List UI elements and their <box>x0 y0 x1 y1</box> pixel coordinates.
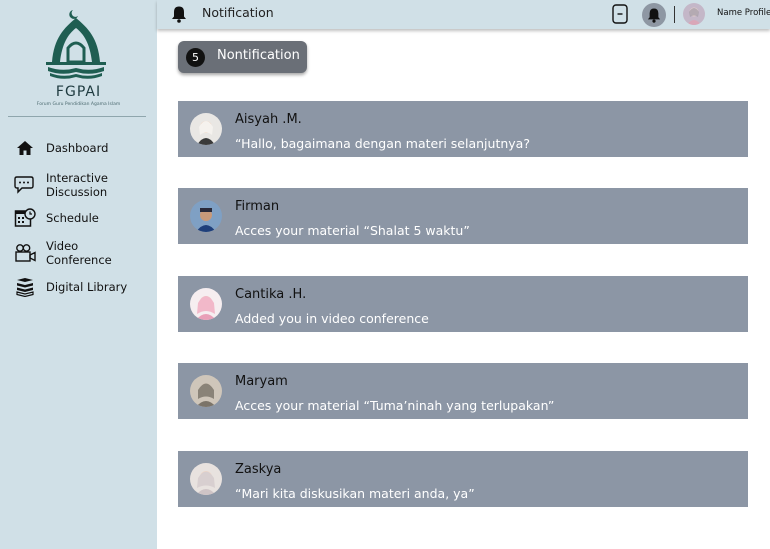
notification-card[interactable]: Maryam Acces your material “Tuma’ninah y… <box>178 363 748 419</box>
notification-card[interactable]: Zaskya “Mari kita diskusikan materi anda… <box>178 451 748 507</box>
avatar <box>190 463 222 495</box>
profile-name[interactable]: Name Profile <box>717 8 770 18</box>
notification-card[interactable]: Firman Acces your material “Shalat 5 wak… <box>178 188 748 244</box>
sidebar-item-label: Interactive Discussion <box>46 171 108 199</box>
page-title: Notification <box>202 5 274 20</box>
bell-icon <box>647 8 661 23</box>
mosque-book-logo <box>46 10 106 79</box>
calendar-clock-icon <box>14 207 36 229</box>
notification-message: Acces your material “Tuma’ninah yang ter… <box>235 398 555 413</box>
bell-icon <box>172 6 186 23</box>
sidebar-item-label: Video Conference <box>46 239 112 267</box>
avatar <box>190 113 222 145</box>
notification-message: Acces your material “Shalat 5 waktu” <box>235 223 470 238</box>
avatar <box>190 200 222 232</box>
sender-name: Maryam <box>235 374 288 389</box>
notification-message: “Mari kita diskusikan materi anda, ya” <box>235 486 475 501</box>
notification-card[interactable]: Aisyah .M. “Hallo, bagaimana dengan mate… <box>178 101 748 157</box>
sidebar: FGPAI Forum Guru Pendidikan Agama Islam … <box>0 0 157 549</box>
notification-button-label: Nontification <box>217 48 300 63</box>
notification-message: Added you in video conference <box>235 311 429 326</box>
sidebar-item-schedule[interactable]: Schedule <box>0 207 157 229</box>
notification-count-badge: 5 <box>186 48 205 67</box>
avatar <box>190 288 222 320</box>
chat-bubbles-icon <box>14 174 36 196</box>
profile-avatar[interactable] <box>683 3 705 25</box>
sidebar-item-interactive-discussion[interactable]: Interactive Discussion <box>0 170 157 200</box>
sender-name: Cantika .H. <box>235 287 307 302</box>
top-bar: Notification Name Profile <box>157 0 770 29</box>
avatar <box>190 375 222 407</box>
bookmark-icon[interactable] <box>611 4 629 24</box>
notification-message: “Hallo, bagaimana dengan materi selanjut… <box>235 136 530 151</box>
notification-count-button[interactable]: 5 Nontification <box>178 41 307 73</box>
topbar-separator <box>674 6 675 23</box>
sender-name: Aisyah .M. <box>235 112 302 127</box>
video-camera-icon <box>14 242 36 264</box>
sidebar-item-dashboard[interactable]: Dashboard <box>0 137 157 159</box>
notification-card[interactable]: Cantika .H. Added you in video conferenc… <box>178 276 748 332</box>
notification-bell-button[interactable] <box>642 3 666 27</box>
sidebar-divider <box>8 116 146 117</box>
brand-tagline: Forum Guru Pendidikan Agama Islam <box>36 102 121 107</box>
sidebar-item-label: Digital Library <box>46 280 128 294</box>
home-icon <box>14 137 36 159</box>
sidebar-item-label: Dashboard <box>46 141 109 155</box>
books-icon <box>14 276 36 298</box>
brand-name: FGPAI <box>55 84 102 100</box>
sidebar-item-digital-library[interactable]: Digital Library <box>0 276 157 298</box>
sidebar-item-label: Schedule <box>46 211 99 225</box>
sender-name: Zaskya <box>235 462 282 477</box>
sender-name: Firman <box>235 199 280 214</box>
sidebar-item-video-conference[interactable]: Video Conference <box>0 238 157 268</box>
